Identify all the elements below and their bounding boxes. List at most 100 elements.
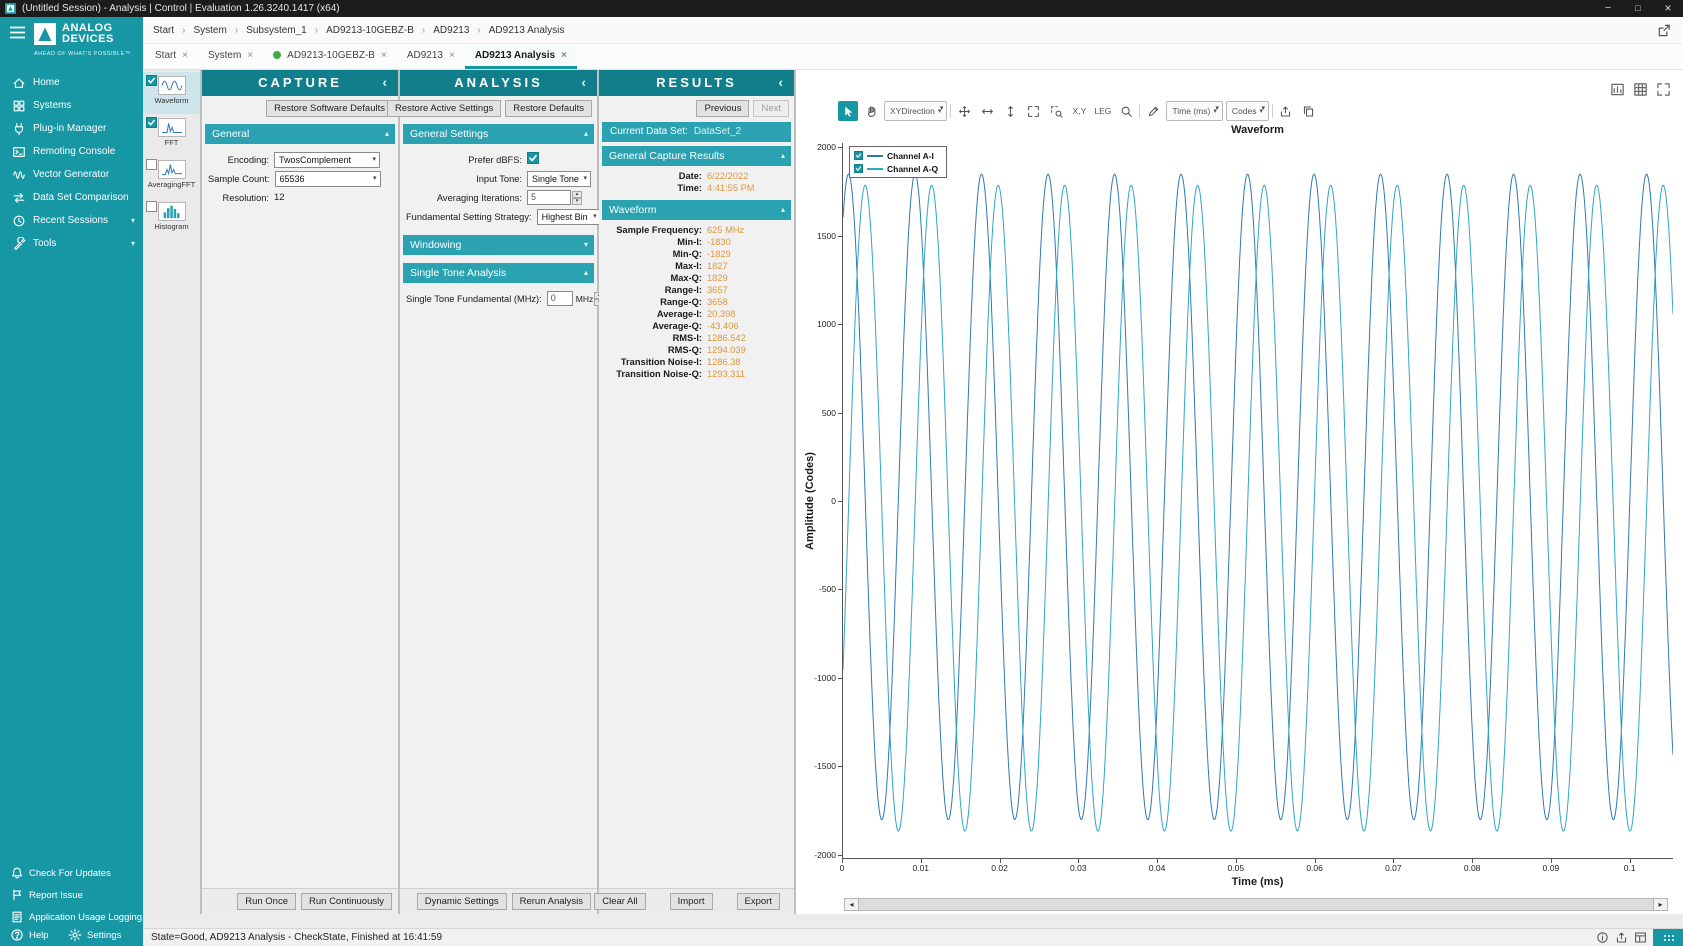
zoom-tool[interactable]	[1116, 101, 1136, 121]
collapse-panel-icon[interactable]	[581, 70, 589, 94]
Plug-in Manager[interactable]: Plug-in Manager	[0, 117, 143, 140]
y-units-dropdown[interactable]: Codes	[1226, 101, 1269, 121]
fit-height-tool[interactable]	[1000, 101, 1020, 121]
collapse-panel-icon[interactable]	[778, 70, 786, 94]
Remoting Console[interactable]: Remoting Console	[0, 140, 143, 163]
fit-width-tool[interactable]	[977, 101, 997, 121]
chart-options-button[interactable]	[1610, 82, 1625, 97]
AveragingFFT[interactable]: AveragingFFT	[143, 156, 200, 198]
tool-checkbox[interactable]	[146, 117, 157, 128]
open-session-icon[interactable]	[1655, 23, 1673, 38]
Recent Sessions[interactable]: Recent Sessions	[0, 209, 143, 232]
fit-all-tool[interactable]	[1023, 101, 1043, 121]
session-tab[interactable]: Start	[145, 44, 198, 69]
xy-readout-toggle[interactable]: X,Y	[1069, 101, 1089, 121]
move-axes-tool[interactable]	[954, 101, 974, 121]
legend-item[interactable]: Channel A-I	[854, 149, 938, 162]
breadcrumb-item[interactable]: AD9213-10GEBZ-B	[326, 25, 414, 36]
maximize-button[interactable]	[1623, 0, 1653, 17]
collapse-panel-icon[interactable]	[382, 70, 390, 94]
close-button[interactable]	[1653, 0, 1683, 17]
copy-chart-button[interactable]	[1299, 101, 1319, 121]
tab-close-icon[interactable]	[182, 50, 188, 61]
session-tab[interactable]: System	[198, 44, 263, 69]
single-tone-analysis-section-header[interactable]: Single Tone Analysis	[403, 263, 594, 283]
tab-close-icon[interactable]	[561, 50, 567, 61]
Application Usage Logging[interactable]: Application Usage Logging	[0, 906, 143, 928]
general-capture-results-section-header[interactable]: General Capture Results	[602, 146, 791, 166]
Check For Updates[interactable]: Check For Updates	[0, 862, 143, 884]
breadcrumb-item[interactable]: System	[193, 25, 226, 36]
sidebar-item-settings[interactable]: Settings	[58, 926, 129, 944]
encoding-dropdown[interactable]: TwosComplement	[274, 152, 380, 168]
waveform-plot[interactable]	[843, 143, 1673, 858]
prefer-dbfs-checkbox[interactable]	[527, 152, 539, 164]
windowing-section-header[interactable]: Windowing	[403, 235, 594, 255]
FFT[interactable]: FFT	[143, 114, 200, 156]
tab-close-icon[interactable]	[247, 50, 253, 61]
previous-dataset-button[interactable]: Previous	[696, 100, 749, 117]
Data Set Comparison[interactable]: Data Set Comparison	[0, 186, 143, 209]
Home[interactable]: Home	[0, 71, 143, 94]
breadcrumb-item[interactable]: Start	[153, 25, 174, 36]
spin-down-icon[interactable]	[572, 198, 582, 205]
averaging-iterations-input[interactable]: 5	[527, 190, 571, 205]
Report Issue[interactable]: Report Issue	[0, 884, 143, 906]
grid-view-button[interactable]	[1633, 82, 1648, 97]
tool-checkbox[interactable]	[146, 75, 157, 86]
Vector Generator[interactable]: Vector Generator	[0, 163, 143, 186]
restore-software-defaults-button[interactable]: Restore Software Defaults	[266, 100, 393, 117]
fundamental-strategy-dropdown[interactable]: Highest Bin	[537, 209, 601, 225]
clear-all-button[interactable]: Clear All	[594, 893, 645, 910]
sample-count-dropdown[interactable]: 65536	[275, 171, 381, 187]
general-section-header[interactable]: General	[205, 124, 395, 144]
breadcrumb-item[interactable]: AD9213	[433, 25, 469, 36]
scroll-right-icon[interactable]	[1654, 899, 1667, 910]
annotate-tool[interactable]	[1143, 101, 1163, 121]
xy-direction-dropdown[interactable]: XYDirection	[884, 101, 947, 121]
general-settings-section-header[interactable]: General Settings	[403, 124, 594, 144]
session-tab[interactable]: AD9213-10GEBZ-B	[263, 44, 397, 69]
session-tab[interactable]: AD9213	[397, 44, 465, 69]
scrollbar-thumb[interactable]	[858, 899, 1654, 910]
legend-checkbox[interactable]	[854, 164, 863, 173]
spin-up-icon[interactable]	[572, 191, 582, 198]
import-button[interactable]: Import	[670, 893, 713, 910]
tool-checkbox[interactable]	[146, 159, 157, 170]
Tools[interactable]: Tools	[0, 232, 143, 255]
legend-item[interactable]: Channel A-Q	[854, 162, 938, 175]
pan-tool[interactable]	[861, 101, 881, 121]
tool-checkbox[interactable]	[146, 201, 157, 212]
fullscreen-button[interactable]	[1656, 82, 1671, 97]
minimize-button[interactable]	[1593, 0, 1623, 17]
export-log-button[interactable]	[1615, 931, 1628, 944]
Waveform[interactable]: Waveform	[143, 72, 200, 114]
legend-checkbox[interactable]	[854, 151, 863, 160]
menu-icon[interactable]	[9, 26, 26, 39]
session-tab[interactable]: AD9213 Analysis	[465, 44, 577, 69]
chart-horizontal-scrollbar[interactable]	[844, 898, 1668, 911]
averaging-iterations-stepper[interactable]	[572, 191, 582, 205]
info-button[interactable]	[1596, 931, 1609, 944]
run-once-button[interactable]: Run Once	[237, 893, 296, 910]
tab-close-icon[interactable]	[381, 50, 387, 61]
single-tone-fundamental-input[interactable]: 0	[547, 291, 573, 306]
layout-button[interactable]	[1634, 931, 1647, 944]
x-units-dropdown[interactable]: Time (ms)	[1166, 101, 1222, 121]
next-dataset-button[interactable]: Next	[753, 100, 789, 117]
zoom-region-tool[interactable]	[1046, 101, 1066, 121]
Histogram[interactable]: Histogram	[143, 198, 200, 240]
tab-close-icon[interactable]	[449, 50, 455, 61]
Systems[interactable]: Systems	[0, 94, 143, 117]
run-continuously-button[interactable]: Run Continuously	[301, 893, 392, 910]
waveform-results-section-header[interactable]: Waveform	[602, 200, 791, 220]
restore-active-settings-button[interactable]: Restore Active Settings	[387, 100, 501, 117]
export-button[interactable]: Export	[737, 893, 780, 910]
breadcrumb-item[interactable]: Subsystem_1	[246, 25, 307, 36]
sidebar-item-help[interactable]: Help	[0, 926, 58, 944]
input-tone-dropdown[interactable]: Single Tone	[527, 171, 591, 187]
legend-toggle[interactable]: LEG	[1092, 101, 1113, 121]
scroll-left-icon[interactable]	[845, 899, 858, 910]
restore-defaults-button[interactable]: Restore Defaults	[505, 100, 592, 117]
breadcrumb-item[interactable]: AD9213 Analysis	[489, 25, 565, 36]
